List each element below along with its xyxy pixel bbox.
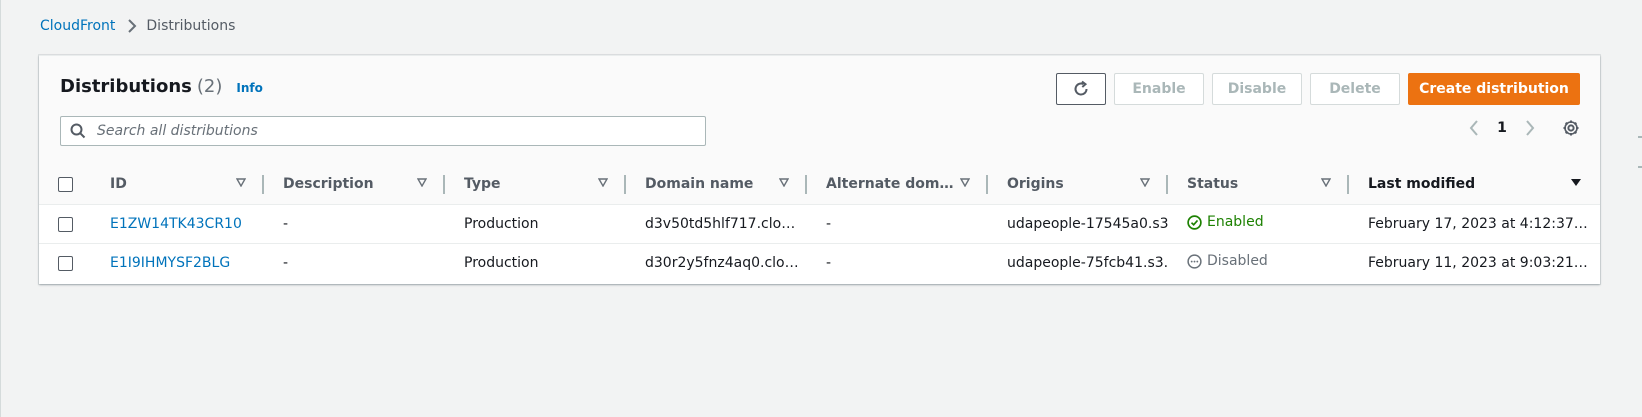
status-badge: Disabled [1187, 253, 1268, 269]
sort-caret-icon [1321, 178, 1331, 187]
create-distribution-button[interactable]: Create distribution [1408, 73, 1580, 105]
cell-alternate-domain: - [826, 255, 832, 271]
select-all-checkbox[interactable] [58, 176, 73, 192]
table-row[interactable]: E1I9IHMYSF2BLG - Production d30r2y5fnz4a… [39, 244, 1600, 283]
cell-type: Production [464, 255, 539, 271]
sort-descending-icon [1570, 178, 1582, 187]
column-header-domain-name[interactable]: Domain name [626, 164, 807, 205]
cell-origins: udapeople-17545a0.s3.amazonaws.com [988, 204, 1168, 244]
previous-page-button[interactable] [1460, 120, 1488, 136]
row-select-cell [39, 244, 91, 283]
column-header-id[interactable]: ID [91, 164, 264, 205]
cell-id: E1ZW14TK43CR10 [91, 204, 264, 244]
cell-description: - [264, 204, 445, 244]
row-select-cell [39, 204, 91, 244]
search-icon [61, 123, 95, 139]
search-box [60, 116, 706, 146]
current-page-number[interactable]: 1 [1488, 120, 1516, 136]
delete-button[interactable]: Delete [1310, 73, 1400, 105]
cell-domain-name: d30r2y5fnz4aq0.cloudfront.net [645, 255, 807, 271]
cell-alternate-domain: - [807, 204, 988, 244]
scroll-indicator [1638, 166, 1642, 168]
chevron-right-icon [127, 19, 137, 33]
cell-origins: udapeople-75fcb41.s3.amazonaws.com [1007, 255, 1168, 271]
enable-button[interactable]: Enable [1114, 73, 1204, 105]
search-input[interactable] [95, 122, 705, 140]
cell-description: - [283, 255, 289, 271]
column-header-type[interactable]: Type [445, 164, 626, 205]
status-badge: Enabled [1187, 214, 1264, 230]
column-header-origins[interactable]: Origins [988, 164, 1168, 205]
column-header-description[interactable]: Description [264, 164, 445, 205]
info-link[interactable]: Info [236, 81, 262, 95]
status-text: Enabled [1207, 214, 1264, 231]
disable-button[interactable]: Disable [1212, 73, 1302, 105]
table-row[interactable]: E1ZW14TK43CR10 - Production d3v50td5hlf7… [39, 204, 1600, 244]
cell-status: Enabled [1168, 204, 1349, 244]
page-title: Distributions [60, 76, 192, 97]
sort-caret-icon [417, 178, 427, 187]
distributions-table: ID Description Type Domain name Alternat… [39, 164, 1600, 282]
pending-circle-icon [1187, 254, 1202, 269]
next-page-button[interactable] [1516, 120, 1544, 136]
distribution-id-link[interactable]: E1I9IHMYSF2BLG [110, 255, 230, 271]
cell-last-modified: February 11, 2023 at 9:03:21 PM UTC [1368, 255, 1600, 271]
distribution-count: (2) [196, 76, 223, 97]
sort-caret-icon [598, 178, 608, 187]
breadcrumb: CloudFront Distributions [40, 18, 235, 34]
scroll-indicator [1638, 136, 1642, 138]
page-left-border [0, 0, 1, 417]
breadcrumb-current: Distributions [146, 18, 236, 34]
column-header-alternate-domain[interactable]: Alternate domain ... [807, 164, 988, 205]
column-header-status[interactable]: Status [1168, 164, 1349, 205]
row-checkbox[interactable] [58, 216, 73, 232]
refresh-button[interactable] [1056, 73, 1106, 105]
cell-domain-name: d3v50td5hlf717.cloudfront.net [626, 204, 807, 244]
check-circle-icon [1187, 215, 1202, 230]
status-text: Disabled [1207, 253, 1268, 270]
refresh-icon [1072, 80, 1090, 98]
cell-status: Disabled [1168, 244, 1349, 283]
sort-caret-icon [779, 178, 789, 187]
panel-title: Distributions (2) Info [60, 76, 263, 97]
pagination: 1 [1460, 119, 1580, 137]
column-header-last-modified[interactable]: Last modified [1349, 164, 1600, 205]
breadcrumb-cloudfront-link[interactable]: CloudFront [40, 18, 115, 34]
row-checkbox[interactable] [58, 255, 73, 271]
sort-caret-icon [236, 178, 246, 187]
sort-caret-icon [1140, 178, 1150, 187]
cell-id: E1I9IHMYSF2BLG [91, 244, 264, 283]
cell-last-modified: February 17, 2023 at 4:12:37 PM UTC [1349, 204, 1600, 244]
distribution-id-link[interactable]: E1ZW14TK43CR10 [110, 216, 242, 232]
cell-type: Production [445, 204, 626, 244]
sort-caret-icon [960, 178, 970, 187]
distributions-panel: Distributions (2) Info Enable Disable De… [39, 55, 1600, 284]
select-all-cell [39, 164, 91, 205]
gear-icon[interactable] [1562, 119, 1580, 137]
table-header-row: ID Description Type Domain name Alternat… [39, 164, 1600, 205]
action-buttons: Enable Disable Delete Create distributio… [1056, 73, 1580, 105]
